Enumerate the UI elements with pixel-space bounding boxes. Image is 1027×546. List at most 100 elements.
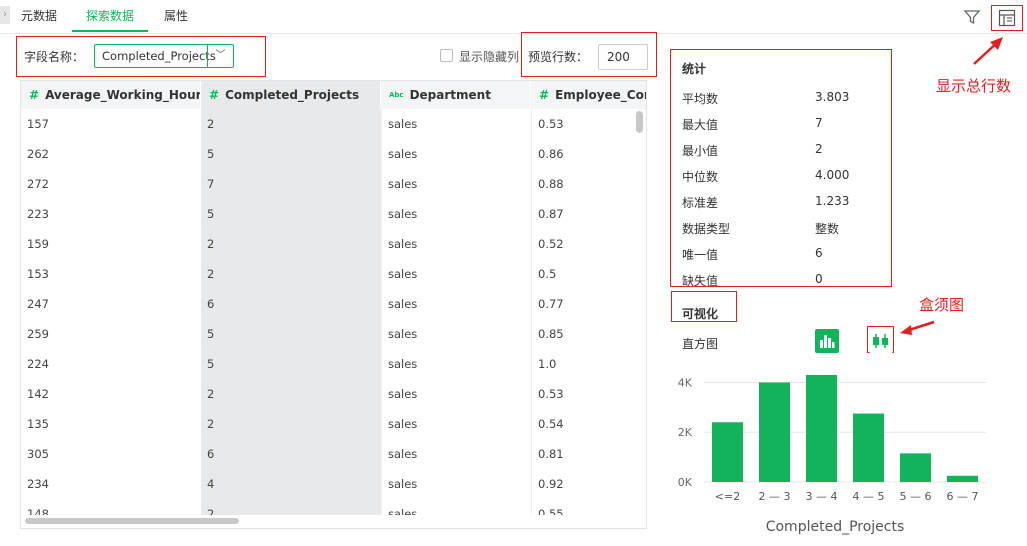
boxplot-button[interactable] (869, 329, 893, 353)
histogram-bar[interactable] (947, 475, 978, 482)
show-hidden-checkbox[interactable] (440, 49, 453, 62)
column-header-label: Average_Working_Hours... (45, 88, 201, 102)
table-cell[interactable]: 224 (21, 349, 201, 379)
stat-value: 0 (815, 272, 823, 286)
table-cell[interactable]: sales (382, 319, 531, 349)
table-cell[interactable]: 153 (21, 259, 201, 289)
table-cell[interactable]: 0.85 (532, 319, 646, 349)
table-cell[interactable]: 247 (21, 289, 201, 319)
column-header-label: Completed_Projects (225, 88, 360, 102)
table-cell[interactable]: sales (382, 349, 531, 379)
table-cell[interactable]: 0.86 (532, 139, 646, 169)
table-cell[interactable]: sales (382, 229, 531, 259)
histogram-bar[interactable] (712, 422, 743, 482)
stat-label: 中位数 (682, 170, 719, 184)
table-cell[interactable]: 7 (201, 169, 381, 199)
tab-explore-data[interactable]: 探索数据 (72, 0, 148, 32)
statistics-title: 统计 (682, 62, 707, 76)
table-cell[interactable]: 142 (21, 379, 201, 409)
boxplot-annotation: 盒须图 (919, 296, 965, 314)
table-cell[interactable]: 272 (21, 169, 201, 199)
histogram-bar[interactable] (853, 413, 884, 482)
x-tick-label: 4 — 5 (853, 490, 885, 503)
numeric-type-icon: # (209, 88, 220, 102)
visualization-title: 可视化 (682, 307, 719, 321)
column-header[interactable]: # Employee_Comp (531, 81, 646, 109)
table-cell[interactable]: 0.88 (532, 169, 646, 199)
column-header[interactable]: # Average_Working_Hours... (21, 81, 201, 109)
table-cell[interactable]: 4 (201, 469, 381, 499)
table-cell[interactable]: sales (382, 109, 531, 139)
histogram-bar[interactable] (806, 374, 837, 482)
table-cell[interactable]: sales (382, 169, 531, 199)
table-cell[interactable]: sales (382, 259, 531, 289)
table-cell[interactable]: 2 (201, 379, 381, 409)
y-tick-label: 4K (678, 376, 693, 389)
table-cell[interactable]: 5 (201, 319, 381, 349)
numeric-type-icon: # (29, 88, 40, 102)
chevron-down-icon[interactable]: ﹀ (207, 45, 233, 67)
histogram-button[interactable] (815, 329, 839, 353)
column-header[interactable]: Abc Department (381, 81, 531, 109)
histogram-chart: 0K 2K 4K <=2 2 — 3 3 — 4 4 — 5 5 — 6 6 — 7 Comple… (678, 374, 986, 535)
annotation-arrow-icon (973, 37, 1003, 65)
sidebar-collapse-icon[interactable]: › (0, 6, 10, 24)
show-total-rows-icon[interactable] (998, 9, 1016, 27)
table-cell[interactable]: 157 (21, 109, 201, 139)
x-tick-label: 6 — 7 (947, 490, 979, 503)
table-cell[interactable]: 0.81 (532, 439, 646, 469)
table-cell[interactable]: 1.0 (532, 349, 646, 379)
table-cell[interactable]: 0.77 (532, 289, 646, 319)
stat-value: 7 (815, 116, 823, 130)
table-cell[interactable]: 2 (201, 409, 381, 439)
table-cell[interactable]: sales (382, 139, 531, 169)
stat-label: 数据类型 (682, 222, 731, 236)
table-cell[interactable]: 0.54 (532, 409, 646, 439)
table-cell[interactable]: 0.52 (532, 229, 646, 259)
preview-rows-input[interactable]: 200 (598, 44, 648, 70)
table-cell[interactable]: 305 (21, 439, 201, 469)
table-cell[interactable]: 2 (201, 109, 381, 139)
column-header[interactable]: # Completed_Projects (201, 81, 381, 109)
field-name-select[interactable]: Completed_Projects ﹀ (94, 44, 234, 68)
stat-value: 整数 (815, 222, 840, 236)
stat-value: 2 (815, 142, 823, 156)
table-cell[interactable]: sales (382, 469, 531, 499)
horizontal-scrollbar[interactable] (25, 518, 239, 524)
table-cell[interactable]: 223 (21, 199, 201, 229)
table-cell[interactable]: 0.5 (532, 259, 646, 289)
table-cell[interactable]: 0.53 (532, 379, 646, 409)
stat-value: 3.803 (815, 90, 850, 104)
table-cell[interactable]: 5 (201, 349, 381, 379)
table-cell[interactable]: 5 (201, 139, 381, 169)
table-cell[interactable]: 5 (201, 199, 381, 229)
table-cell[interactable]: 259 (21, 319, 201, 349)
histogram-bar[interactable] (900, 453, 931, 482)
table-cell[interactable]: sales (382, 439, 531, 469)
table-cell[interactable]: 2 (201, 259, 381, 289)
tab-metadata[interactable]: 元数据 (14, 0, 64, 32)
histogram-icon (820, 335, 835, 348)
boxplot-icon (873, 334, 888, 348)
table-cell[interactable]: 262 (21, 139, 201, 169)
table-cell[interactable]: 135 (21, 409, 201, 439)
table-cell[interactable]: 159 (21, 229, 201, 259)
table-cell[interactable]: sales (382, 409, 531, 439)
stat-label: 标准差 (682, 196, 719, 210)
show-hidden-label: 显示隐藏列 (459, 50, 520, 64)
table-cell[interactable]: 6 (201, 289, 381, 319)
y-tick-label: 0K (678, 476, 693, 489)
table-cell[interactable]: 6 (201, 439, 381, 469)
table-cell[interactable]: sales (382, 289, 531, 319)
histogram-bar[interactable] (759, 382, 790, 482)
table-cell[interactable]: 0.53 (532, 109, 646, 139)
filter-icon[interactable] (963, 8, 981, 26)
tab-properties[interactable]: 属性 (154, 0, 198, 32)
table-cell[interactable]: 234 (21, 469, 201, 499)
table-cell[interactable]: sales (382, 379, 531, 409)
table-cell[interactable]: sales (382, 199, 531, 229)
table-cell[interactable]: 2 (201, 229, 381, 259)
table-cell[interactable]: 0.92 (532, 469, 646, 499)
table-cell[interactable]: 0.87 (532, 199, 646, 229)
vertical-scrollbar[interactable] (636, 111, 643, 133)
